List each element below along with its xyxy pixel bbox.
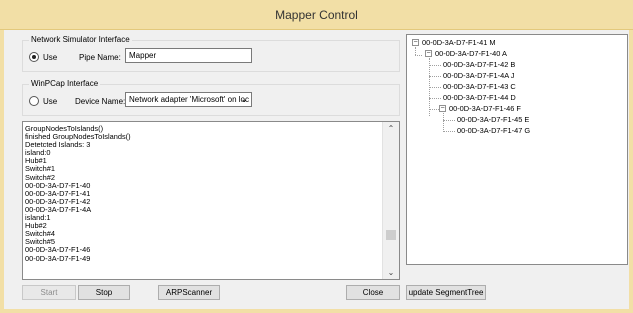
arp-scanner-button[interactable]: ARPScanner — [158, 285, 220, 300]
scroll-up-icon[interactable]: ⌃ — [383, 124, 399, 133]
log-line: Detetcted Islands: 3 — [25, 140, 91, 150]
start-button[interactable]: Start — [22, 285, 76, 300]
pipe-name-label: Pipe Name: — [79, 53, 121, 62]
tree-node-n1[interactable]: 00-0D-3A-D7-F1-40 A — [435, 49, 507, 58]
tree-node-leaf[interactable]: 00-0D-3A-D7-F1-44 D — [443, 93, 516, 102]
tree-node-n2[interactable]: 00-0D-3A-D7-F1-46 F — [449, 104, 521, 113]
device-name-value: Network adapter 'Microsoft' on loc — [129, 95, 249, 104]
tree-node-leaf[interactable]: 00-0D-3A-D7-F1-42 B — [443, 60, 515, 69]
scroll-thumb[interactable] — [386, 230, 396, 240]
log-line: Hub#2 — [25, 221, 47, 231]
tree-connector — [415, 47, 416, 55]
tree-connector — [429, 65, 441, 66]
log-line: Hub#1 — [25, 156, 47, 166]
device-name-label: Device Name: — [75, 97, 126, 106]
log-line: island:1 — [25, 213, 51, 223]
log-line: 00-0D-3A-D7-F1-4A — [25, 204, 92, 214]
stop-button[interactable]: Stop — [78, 285, 130, 300]
tree-connector — [429, 98, 441, 99]
collapse-icon[interactable]: − — [439, 105, 446, 112]
log-scrollbar[interactable]: ⌃ ⌄ — [382, 122, 399, 279]
network-simulator-group-label: Network Simulator Interface — [29, 35, 132, 44]
tree-connector — [443, 131, 455, 132]
collapse-icon[interactable]: − — [425, 50, 432, 57]
tree-connector — [415, 55, 422, 56]
network-simulator-group: Network Simulator Interface Use Pipe Nam… — [22, 35, 400, 72]
log-output[interactable]: GroupNodesToIslands() finished GroupNodes… — [22, 121, 400, 280]
log-line: 00-0D-3A-D7-F1-49 — [25, 253, 91, 263]
winpcap-group-label: WinPCap Interface — [29, 79, 101, 88]
tree-connector — [429, 76, 441, 77]
tree-node-leaf[interactable]: 00-0D-3A-D7-F1-4A J — [443, 71, 514, 80]
winpcap-use-label[interactable]: Use — [43, 97, 57, 106]
tree-node-leaf[interactable]: 00-0D-3A-D7-F1-45 E — [457, 115, 529, 124]
device-name-select[interactable]: Network adapter 'Microsoft' on loc ⌄ — [125, 92, 252, 107]
log-line: island:0 — [25, 148, 51, 158]
tree-connector — [429, 109, 439, 110]
chevron-down-icon[interactable]: ⌄ — [240, 94, 248, 105]
tree-node-leaf[interactable]: 00-0D-3A-D7-F1-47 G — [457, 126, 530, 135]
pipe-name-input[interactable]: Mapper — [125, 48, 252, 63]
window-title: Mapper Control — [275, 8, 358, 22]
tree-connector — [443, 113, 444, 132]
update-segment-tree-button[interactable]: update SegmentTree — [406, 285, 486, 300]
tree-connector — [443, 120, 455, 121]
tree-connector — [429, 87, 441, 88]
network-simulator-use-radio[interactable] — [29, 52, 39, 62]
log-lines: GroupNodesToIslands() finished GroupNodes… — [25, 124, 383, 263]
tree-node-root[interactable]: 00-0D-3A-D7-F1-41 M — [422, 38, 496, 47]
title-bar: Mapper Control — [0, 0, 633, 30]
winpcap-group: WinPCap Interface Use Device Name: Netwo… — [22, 79, 400, 116]
tree-node-leaf[interactable]: 00-0D-3A-D7-F1-43 C — [443, 82, 516, 91]
network-simulator-use-label[interactable]: Use — [43, 53, 57, 62]
close-button[interactable]: Close — [346, 285, 400, 300]
log-line: Switch#4 — [25, 229, 55, 239]
log-line: Switch#1 — [25, 164, 55, 174]
scroll-down-icon[interactable]: ⌄ — [383, 268, 399, 277]
collapse-icon[interactable]: − — [412, 39, 419, 46]
segment-tree[interactable]: − 00-0D-3A-D7-F1-41 M − 00-0D-3A-D7-F1-4… — [406, 34, 628, 265]
winpcap-use-radio[interactable] — [29, 96, 39, 106]
